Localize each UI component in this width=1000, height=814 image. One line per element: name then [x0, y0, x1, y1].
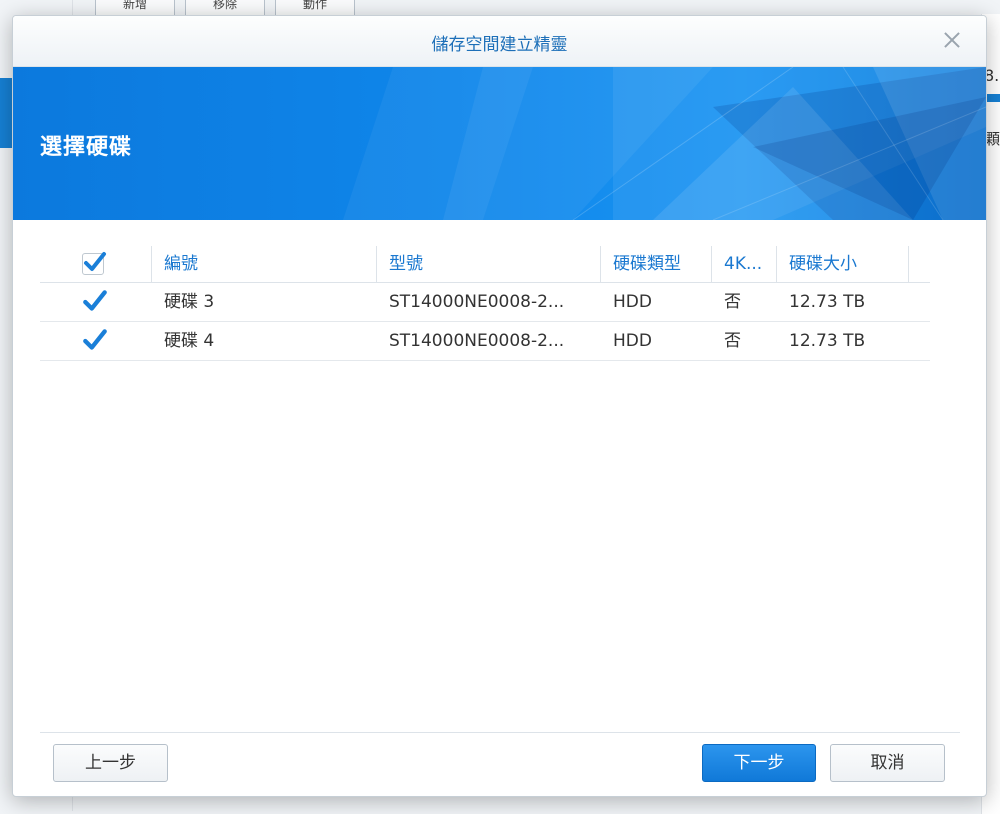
dialog-title: 儲存空間建立精靈 — [431, 35, 568, 55]
column-select — [40, 246, 152, 282]
disk-4k: 否 — [724, 331, 741, 351]
disk-model: ST14000NE0008-2... — [389, 331, 565, 351]
table-row[interactable]: 硬碟 3 ST14000NE0008-2... HDD 否 12.73 TB — [40, 283, 930, 322]
table-header: 編號 型號 硬碟類型 4K... 硬碟大小 — [40, 246, 930, 283]
disk-4k: 否 — [724, 292, 741, 312]
column-header-4k[interactable]: 4K... — [712, 246, 777, 282]
dialog-titlebar[interactable]: 儲存空間建立精靈 — [13, 16, 986, 67]
background-progress-bar — [986, 94, 1000, 102]
column-header-type[interactable]: 硬碟類型 — [601, 246, 712, 282]
column-header-model[interactable]: 型號 — [377, 246, 601, 282]
wizard-banner: 選擇硬碟 — [13, 67, 986, 220]
storage-wizard-dialog: 儲存空間建立精靈 選擇硬碟 編號 型號 硬碟類型 4K... 硬碟大小 硬碟 3… — [12, 15, 987, 797]
disk-type: HDD — [613, 331, 652, 351]
background-selection-marker — [0, 78, 12, 148]
disk-type: HDD — [613, 292, 652, 312]
row-checkbox[interactable] — [82, 329, 107, 353]
cancel-button[interactable]: 取消 — [830, 744, 945, 782]
close-icon[interactable] — [940, 28, 964, 52]
disk-table: 編號 型號 硬碟類型 4K... 硬碟大小 硬碟 3 ST14000NE0008… — [40, 246, 930, 361]
back-button[interactable]: 上一步 — [53, 744, 168, 782]
next-button[interactable]: 下一步 — [702, 744, 816, 782]
row-checkbox[interactable] — [82, 290, 107, 314]
disk-size: 12.73 TB — [789, 331, 866, 351]
banner-decoration — [343, 67, 986, 220]
column-header-id[interactable]: 編號 — [152, 246, 377, 282]
disk-id: 硬碟 4 — [164, 331, 215, 351]
step-title: 選擇硬碟 — [40, 135, 133, 160]
checkmark-icon — [83, 329, 107, 350]
column-header-size[interactable]: 硬碟大小 — [777, 246, 909, 282]
disk-size: 12.73 TB — [789, 292, 866, 312]
checkmark-icon — [83, 290, 107, 311]
table-row[interactable]: 硬碟 4 ST14000NE0008-2... HDD 否 12.73 TB — [40, 322, 930, 361]
footer-divider — [40, 732, 960, 733]
disk-model: ST14000NE0008-2... — [389, 292, 565, 312]
disk-id: 硬碟 3 — [164, 292, 215, 312]
